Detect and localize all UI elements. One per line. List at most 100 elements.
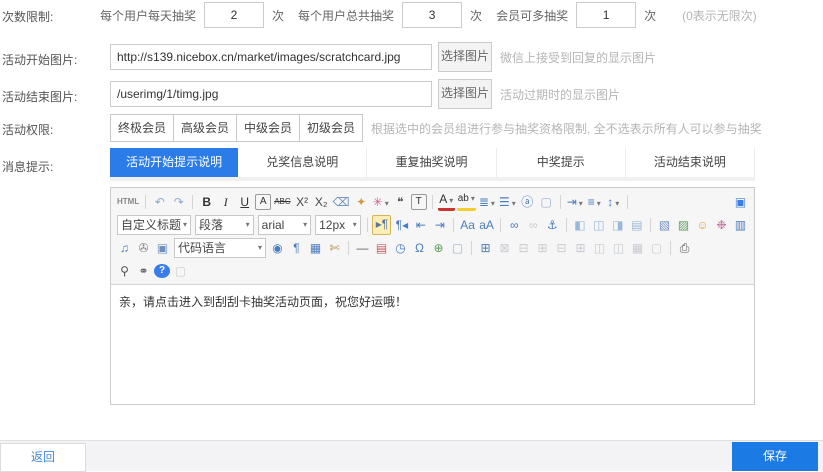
page-break-icon[interactable]: ▢ <box>648 239 665 257</box>
quote-paragraph-icon[interactable]: ¶ <box>288 239 305 257</box>
col-insert-icon[interactable]: ⊞ <box>534 239 551 257</box>
rtl-icon[interactable]: ¶◂ <box>393 216 410 234</box>
line-height-icon[interactable]: ↕▾ <box>605 193 622 211</box>
clock-icon[interactable]: ◷ <box>392 239 409 257</box>
indent-right-icon[interactable]: ⇥ <box>431 216 448 234</box>
unordered-list-icon[interactable]: ☰▾ <box>498 193 517 211</box>
toolbar-separator <box>453 218 454 232</box>
tab-repeat-draw[interactable]: 重复抽奖说明 <box>367 148 496 177</box>
format-brush-icon[interactable]: ✦ <box>353 193 370 211</box>
outdent-icon[interactable]: ⇤ <box>412 216 429 234</box>
attachment-icon[interactable]: ✇ <box>135 239 152 257</box>
screenshot-icon[interactable]: ✄ <box>326 239 343 257</box>
insert-anchor-icon[interactable]: ⚓ <box>544 216 561 234</box>
remove-format-icon[interactable]: ⌫ <box>332 193 351 211</box>
blockquote-icon[interactable]: ❝ <box>392 193 409 211</box>
daily-draw-input[interactable] <box>204 2 264 28</box>
movie-icon[interactable]: ▥ <box>732 216 749 234</box>
image-align-center-icon[interactable]: ◫ <box>590 216 607 234</box>
end-image-pick-button[interactable]: 选择图片 <box>438 79 492 109</box>
col-delete-icon[interactable]: ⊞ <box>572 239 589 257</box>
image-block-icon[interactable]: ▤ <box>628 216 645 234</box>
embed-media-icon[interactable]: ▣ <box>154 239 171 257</box>
editor-content[interactable]: 亲，请点击进入到刮刮卡抽奖活动页面，祝您好运哦！ <box>111 285 754 401</box>
print-icon[interactable]: ⎙ <box>676 239 693 257</box>
horizontal-rule-icon[interactable]: — <box>354 239 371 257</box>
upload-image-icon[interactable]: ▨ <box>675 216 692 234</box>
start-image-pick-button[interactable]: 选择图片 <box>438 42 492 72</box>
fullscreen-icon[interactable]: ▣ <box>732 193 749 211</box>
map-icon[interactable]: ⊕ <box>430 239 447 257</box>
strikethrough-icon[interactable]: ABC <box>273 193 291 211</box>
split-cells-icon[interactable]: ◫ <box>610 239 627 257</box>
row-delete-icon[interactable]: ⊟ <box>553 239 570 257</box>
table-insert-icon[interactable]: ⊞ <box>477 239 494 257</box>
font-size-select[interactable]: 12px▾ <box>315 215 361 235</box>
font-family-select[interactable]: arial▾ <box>258 215 311 235</box>
underline-icon[interactable]: U <box>236 193 253 211</box>
auto-typeset-icon[interactable]: ✳▾ <box>372 193 390 211</box>
to-lowercase-icon[interactable]: aA <box>478 216 495 234</box>
tab-activity-start-notice[interactable]: 活动开始提示说明 <box>110 148 238 177</box>
preview-icon[interactable]: ⚲ <box>116 262 133 280</box>
anchor-icon[interactable]: ⓐ <box>519 193 536 211</box>
table-props-icon[interactable]: ▦ <box>629 239 646 257</box>
to-uppercase-icon[interactable]: Aa <box>459 216 476 234</box>
calendar-icon[interactable]: ▤ <box>373 239 390 257</box>
merge-cells-icon[interactable]: ◫ <box>591 239 608 257</box>
code-language-select[interactable]: 代码语言▾ <box>174 238 266 258</box>
align-icon[interactable]: ≡▾ <box>586 193 603 211</box>
save-button[interactable]: 保存 <box>732 442 818 471</box>
member-extra-draw-input[interactable] <box>576 2 636 28</box>
paste-as-text-icon[interactable]: T <box>411 194 427 210</box>
bold-icon[interactable]: B <box>198 193 215 211</box>
image-align-right-icon[interactable]: ◨ <box>609 216 626 234</box>
insert-music-icon[interactable]: ♫ <box>116 239 133 257</box>
unlink-icon[interactable]: ∞ <box>525 216 542 234</box>
paragraph-select[interactable]: 段落▾ <box>195 215 254 235</box>
redo-icon[interactable]: ↷ <box>170 193 187 211</box>
table-delete-icon[interactable]: ⊠ <box>496 239 513 257</box>
member-group-ultimate-button[interactable]: 终极会员 <box>110 114 174 142</box>
heading-select[interactable]: 自定义标题▾ <box>117 215 191 235</box>
member-group-junior-button[interactable]: 初级会员 <box>299 114 363 142</box>
member-group-senior-button[interactable]: 高级会员 <box>173 114 237 142</box>
superscript-icon[interactable]: X² <box>294 193 311 211</box>
highlight-color-icon[interactable]: ab▾ <box>457 192 476 211</box>
palette-icon[interactable]: ❉ <box>713 216 730 234</box>
total-draw-input[interactable] <box>402 2 462 28</box>
insert-image-icon[interactable]: ▧ <box>656 216 673 234</box>
ltr-icon[interactable]: ▸¶ <box>372 215 391 235</box>
special-char-icon[interactable]: Ω <box>411 239 428 257</box>
font-name-icon[interactable]: A <box>255 194 271 210</box>
subscript-icon[interactable]: X₂ <box>313 193 330 211</box>
link-icon[interactable]: ∞ <box>506 216 523 234</box>
image-align-left-icon[interactable]: ◧ <box>571 216 588 234</box>
start-image-input[interactable] <box>110 44 432 70</box>
find-replace-icon[interactable]: ⚭ <box>135 262 152 280</box>
font-color-icon[interactable]: A▾ <box>438 192 455 211</box>
italic-icon[interactable]: I <box>217 193 234 211</box>
emoticon-icon[interactable]: ☺ <box>694 216 711 234</box>
indent-icon[interactable]: ⇥▾ <box>566 193 584 211</box>
message-tabbar: 活动开始提示说明 兑奖信息说明 重复抽奖说明 中奖提示 活动结束说明 <box>110 148 755 181</box>
undo-icon[interactable]: ↶ <box>151 193 168 211</box>
toolbar-separator <box>432 195 433 209</box>
insert-code-icon[interactable]: ◉ <box>269 239 286 257</box>
source-icon[interactable]: HTML <box>116 193 140 211</box>
new-page-icon[interactable]: ▢ <box>538 193 555 211</box>
tab-redeem-info[interactable]: 兑奖信息说明 <box>238 148 367 177</box>
row-insert-icon[interactable]: ⊟ <box>515 239 532 257</box>
tab-activity-end[interactable]: 活动结束说明 <box>626 148 755 177</box>
page-template-icon[interactable]: ▢ <box>449 239 466 257</box>
tab-win-notice[interactable]: 中奖提示 <box>497 148 626 177</box>
toolbar-separator <box>566 218 567 232</box>
end-image-input[interactable] <box>110 81 432 107</box>
paste-icon[interactable]: ▢ <box>172 262 189 280</box>
about-icon[interactable]: ? <box>154 264 170 278</box>
insert-table-icon[interactable]: ▦ <box>307 239 324 257</box>
back-button[interactable]: 返回 <box>0 443 86 472</box>
member-group-middle-button[interactable]: 中级会员 <box>236 114 300 142</box>
permission-row: 终极会员 高级会员 中级会员 初级会员 根据选中的会员组进行参与抽奖资格限制, … <box>110 114 762 142</box>
ordered-list-icon[interactable]: ≣▾ <box>478 193 496 211</box>
